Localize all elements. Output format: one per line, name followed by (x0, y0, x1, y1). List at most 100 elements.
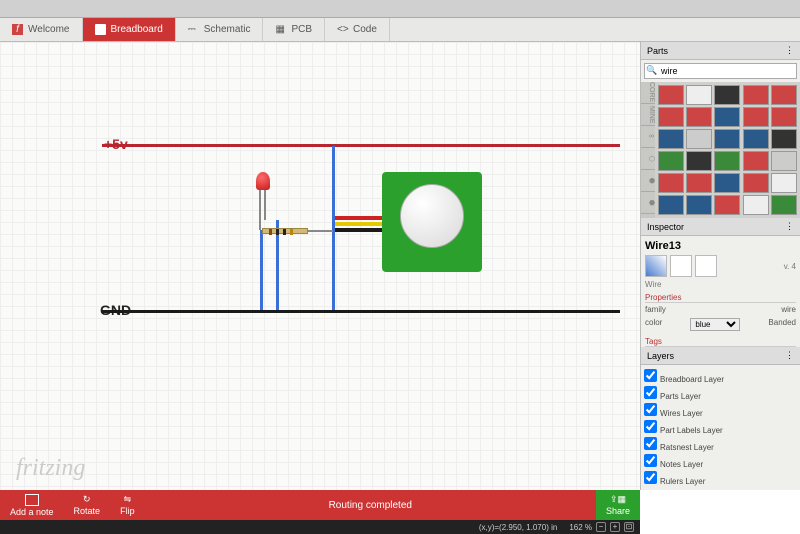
inspector-header: Inspector ⋮ (641, 218, 800, 236)
flip-button[interactable]: ⇋Flip (110, 494, 145, 516)
wire-blue-3[interactable] (260, 230, 263, 310)
sidetab[interactable]: ⬡ (641, 148, 655, 170)
tab-label: Code (353, 24, 377, 35)
layer-checkbox[interactable] (644, 454, 657, 467)
part-thumb[interactable] (714, 129, 740, 149)
prop-value: wire (781, 305, 796, 314)
part-thumb[interactable] (714, 85, 740, 105)
rotate-icon: ↻ (83, 494, 91, 505)
search-icon: 🔍 (646, 65, 657, 76)
part-thumb[interactable] (771, 107, 797, 127)
share-icon: ⇪▦ (610, 494, 626, 505)
color-select[interactable]: blue (690, 318, 740, 331)
sidetab[interactable]: ∞ (641, 126, 655, 148)
part-thumb[interactable] (686, 173, 712, 193)
layer-checkbox[interactable] (644, 420, 657, 433)
layer-checkbox[interactable] (644, 437, 657, 450)
panel-menu-icon[interactable]: ⋮ (785, 45, 794, 56)
rotate-button[interactable]: ↻Rotate (64, 494, 111, 516)
led-component[interactable] (256, 172, 270, 190)
panel-menu-icon[interactable]: ⋮ (785, 350, 794, 361)
layer-item[interactable]: Parts Layer (644, 385, 797, 402)
layer-item[interactable]: Ratsnest Layer (644, 436, 797, 453)
pir-wire-black[interactable] (335, 228, 382, 232)
part-thumb[interactable] (686, 151, 712, 171)
share-button[interactable]: ⇪▦Share (596, 490, 640, 520)
part-thumb[interactable] (714, 173, 740, 193)
part-thumb[interactable] (743, 85, 769, 105)
sidetab-mine[interactable]: MINE (641, 104, 655, 126)
part-thumb[interactable] (686, 85, 712, 105)
preview-pcb[interactable] (695, 255, 717, 277)
rail-gnd[interactable] (102, 310, 620, 313)
layer-item[interactable]: Part Labels Layer (644, 419, 797, 436)
pir-sensor-component[interactable] (382, 172, 482, 272)
part-thumb[interactable] (658, 85, 684, 105)
zoom-value: 162 % (569, 523, 592, 532)
coordinates-display: (x,y)=(2.950, 1.070) in (479, 523, 557, 532)
part-thumb[interactable] (686, 107, 712, 127)
part-thumb[interactable] (743, 173, 769, 193)
part-thumb[interactable] (743, 151, 769, 171)
part-thumb[interactable] (686, 129, 712, 149)
part-thumb[interactable] (658, 195, 684, 215)
add-note-button[interactable]: Add a note (0, 494, 64, 517)
zoom-fit-button[interactable]: ⊡ (624, 522, 634, 532)
part-thumb[interactable] (771, 129, 797, 149)
layer-item[interactable]: Rulers Layer (644, 470, 797, 487)
layer-item[interactable]: Breadboard Layer (644, 368, 797, 385)
part-thumb[interactable] (771, 173, 797, 193)
part-thumb[interactable] (658, 129, 684, 149)
part-thumb[interactable] (743, 107, 769, 127)
preview-breadboard[interactable] (645, 255, 667, 277)
rail-5v[interactable] (102, 144, 620, 147)
layer-checkbox[interactable] (644, 386, 657, 399)
tab-welcome[interactable]: fWelcome (0, 18, 83, 41)
sidetab[interactable]: ⬢ (641, 170, 655, 192)
breadboard-icon (95, 24, 106, 35)
prop-label: family (645, 305, 666, 314)
part-thumb[interactable] (771, 195, 797, 215)
resistor-leg (308, 230, 333, 232)
resistor-component[interactable] (262, 228, 308, 234)
part-thumb[interactable] (771, 85, 797, 105)
layer-checkbox[interactable] (644, 403, 657, 416)
pir-wire-yellow[interactable] (335, 222, 382, 226)
layer-checkbox[interactable] (644, 471, 657, 484)
tab-label: PCB (291, 24, 312, 35)
part-thumb[interactable] (658, 107, 684, 127)
part-thumb[interactable] (686, 195, 712, 215)
part-thumb[interactable] (714, 151, 740, 171)
layer-item[interactable]: Wires Layer (644, 402, 797, 419)
tab-breadboard[interactable]: Breadboard (83, 18, 176, 41)
view-tabs: fWelcome Breadboard ⎓Schematic ▦PCB <>Co… (0, 18, 800, 42)
part-thumb[interactable] (771, 151, 797, 171)
tab-pcb[interactable]: ▦PCB (263, 18, 325, 41)
zoom-out-button[interactable]: − (596, 522, 606, 532)
tab-schematic[interactable]: ⎓Schematic (176, 18, 264, 41)
part-thumb[interactable] (658, 173, 684, 193)
section-tags: Tags (645, 337, 796, 347)
prop-label: color (645, 318, 662, 331)
preview-schematic[interactable] (670, 255, 692, 277)
layer-item[interactable]: Notes Layer (644, 453, 797, 470)
sidetab[interactable]: ⬣ (641, 192, 655, 214)
pir-wires (335, 214, 382, 234)
panel-title: Layers (647, 351, 674, 361)
search-input[interactable] (644, 63, 797, 79)
tab-label: Welcome (28, 24, 70, 35)
layer-checkbox[interactable] (644, 369, 657, 382)
sidetab-core[interactable]: CORE (641, 82, 655, 104)
tab-code[interactable]: <>Code (325, 18, 390, 41)
part-thumb[interactable] (714, 195, 740, 215)
layers-list: Breadboard Layer Parts Layer Wires Layer… (641, 365, 800, 490)
panel-menu-icon[interactable]: ⋮ (785, 221, 794, 232)
pir-wire-red[interactable] (335, 216, 382, 220)
zoom-in-button[interactable]: + (610, 522, 620, 532)
part-thumb[interactable] (743, 195, 769, 215)
part-thumb[interactable] (743, 129, 769, 149)
part-thumb[interactable] (658, 151, 684, 171)
banded-label[interactable]: Banded (768, 318, 796, 331)
part-thumb[interactable] (714, 107, 740, 127)
breadboard-canvas[interactable]: +5v GND fritzing (0, 42, 640, 490)
